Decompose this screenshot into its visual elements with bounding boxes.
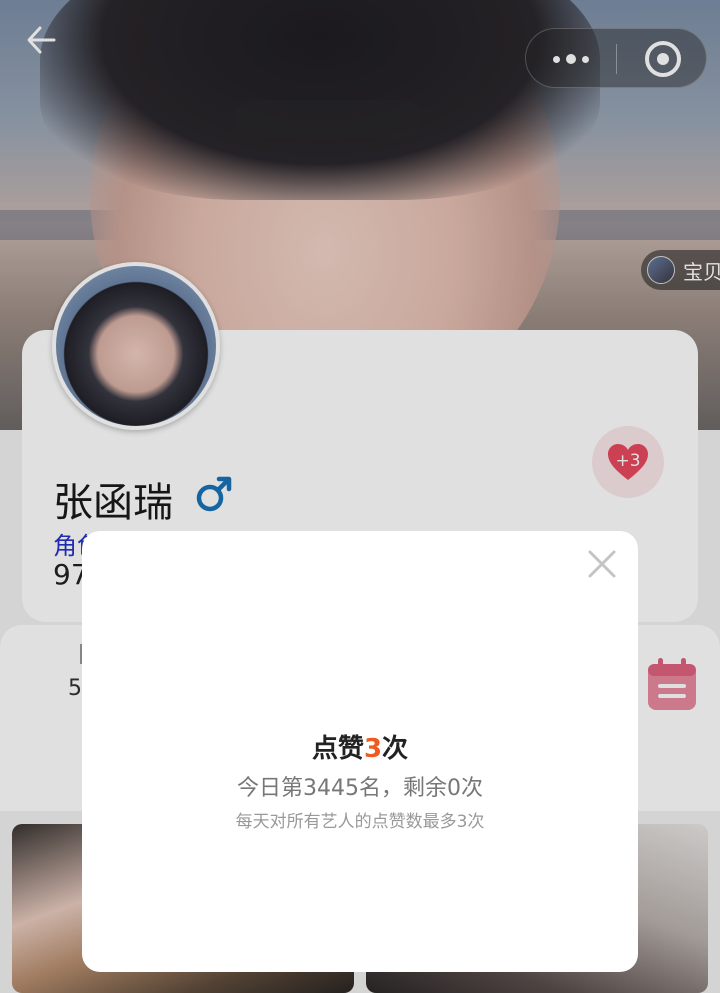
dialog-note-text: 每天对所有艺人的点赞数最多3次: [235, 812, 485, 832]
dialog-rank-text: 今日第3445名，剩余0次: [237, 776, 483, 801]
dialog-title-count: 3: [363, 734, 383, 764]
dialog-title-prefix: 点赞: [311, 734, 364, 764]
dialog-title: 点赞3次: [82, 728, 638, 765]
close-icon[interactable]: [584, 546, 620, 582]
dialog-title-suffix: 次: [382, 734, 409, 764]
